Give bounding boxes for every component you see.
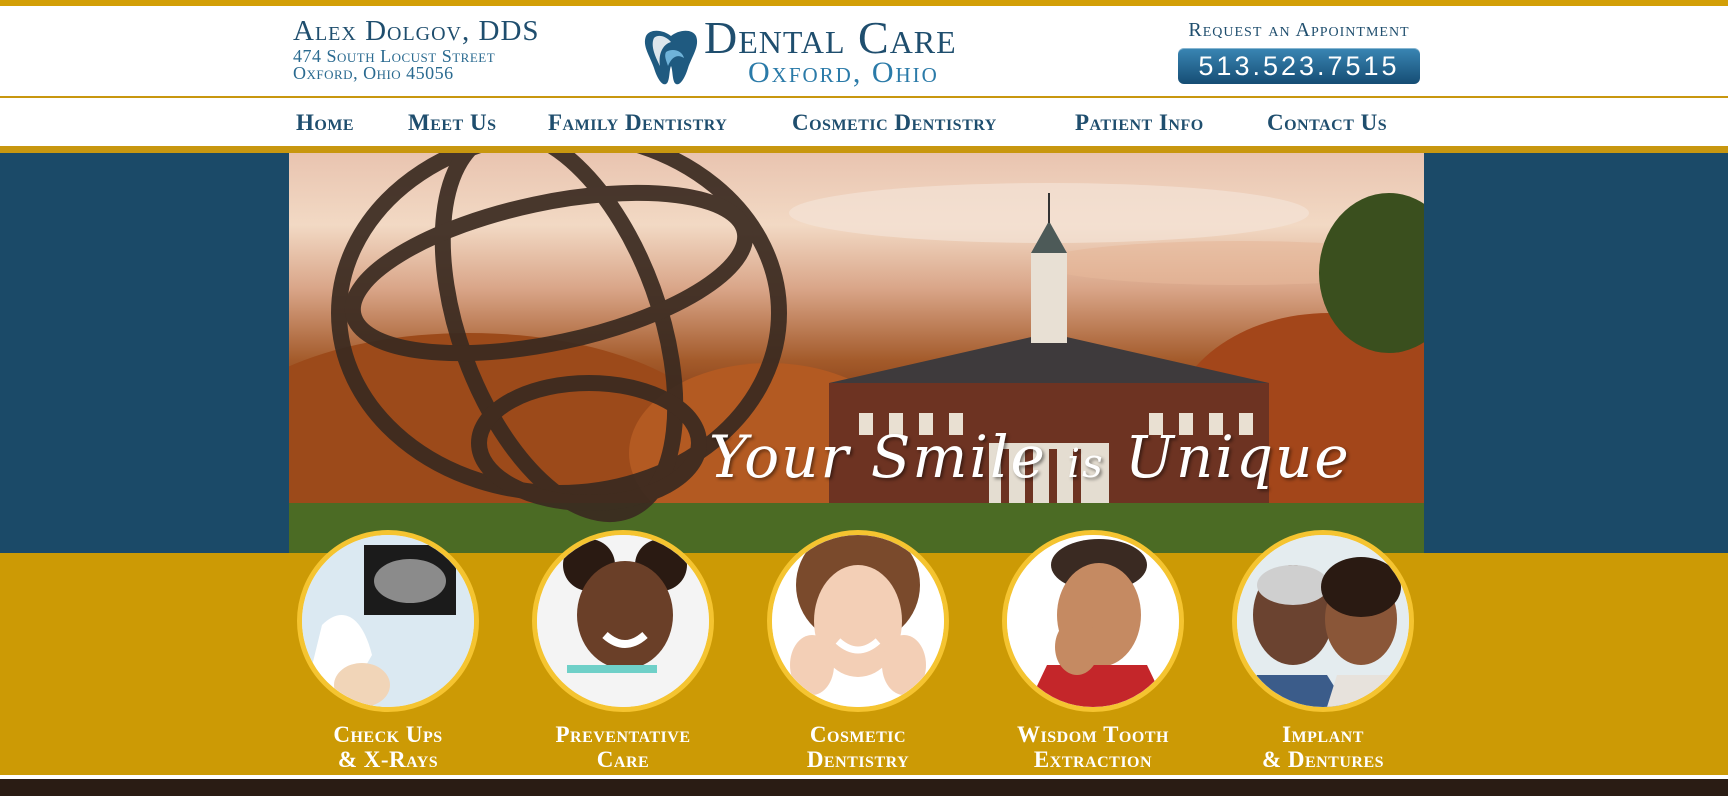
site-logo[interactable]: Dental Care Oxford, Ohio <box>640 12 1010 90</box>
senior-couple-photo-icon[interactable] <box>1232 530 1414 712</box>
appointment-box: Request an Appointment 513.523.7515 <box>1178 18 1420 84</box>
nav-item-cosmetic-dentistry[interactable]: Cosmetic Dentistry <box>792 110 997 136</box>
tagline-word-3: is <box>1067 441 1105 487</box>
footer-strip <box>0 779 1728 796</box>
nav-item-meet-us[interactable]: Meet Us <box>408 110 496 136</box>
service-label: Implant & Dentures <box>1261 722 1385 772</box>
tagline-word-2: Smile <box>870 423 1047 491</box>
appointment-label[interactable]: Request an Appointment <box>1178 18 1420 42</box>
service-preventative[interactable]: Preventative Care <box>523 530 723 772</box>
logo-title: Dental Care <box>704 12 957 63</box>
service-label: Preventative Care <box>555 722 691 772</box>
service-label: Wisdom Tooth Extraction <box>1017 722 1169 772</box>
phone-button[interactable]: 513.523.7515 <box>1178 48 1420 84</box>
tagline-word-4: Unique <box>1125 423 1351 491</box>
hero-banner: Your Smile is Unique <box>289 153 1424 553</box>
tagline-word-1: Your <box>709 423 851 491</box>
nav-item-patient-info[interactable]: Patient Info <box>1075 110 1204 136</box>
nav-item-family-dentistry[interactable]: Family Dentistry <box>548 110 727 136</box>
campus-scene-illustration <box>289 153 1424 553</box>
service-cosmetic[interactable]: Cosmetic Dentistry <box>758 530 958 772</box>
toothache-man-photo-icon[interactable] <box>1002 530 1184 712</box>
service-wisdom-tooth[interactable]: Wisdom Tooth Extraction <box>993 530 1193 772</box>
doctor-name: Alex Dolgov, DDS <box>293 15 540 47</box>
nav-item-home[interactable]: Home <box>296 110 354 136</box>
child-brushing-photo-icon[interactable] <box>532 530 714 712</box>
xray-photo-icon[interactable] <box>297 530 479 712</box>
smiling-woman-photo-icon[interactable] <box>767 530 949 712</box>
doctor-info: Alex Dolgov, DDS 474 South Locust Street… <box>293 14 540 82</box>
nav-item-contact-us[interactable]: Contact Us <box>1267 110 1387 136</box>
service-implants[interactable]: Implant & Dentures <box>1223 530 1423 772</box>
address-line-2: Oxford, Ohio 45056 <box>293 63 454 83</box>
hero-tagline: Your Smile is Unique <box>709 423 1351 491</box>
main-nav: Home Meet Us Family Dentistry Cosmetic D… <box>0 98 1728 146</box>
service-label: Check Ups & X-Rays <box>333 722 443 772</box>
tooth-logo-icon <box>644 30 698 85</box>
nav-gold-divider <box>0 146 1728 153</box>
service-label: Cosmetic Dentistry <box>806 722 910 772</box>
service-checkups[interactable]: Check Ups & X-Rays <box>288 530 488 772</box>
logo-subtitle: Oxford, Ohio <box>748 56 939 89</box>
